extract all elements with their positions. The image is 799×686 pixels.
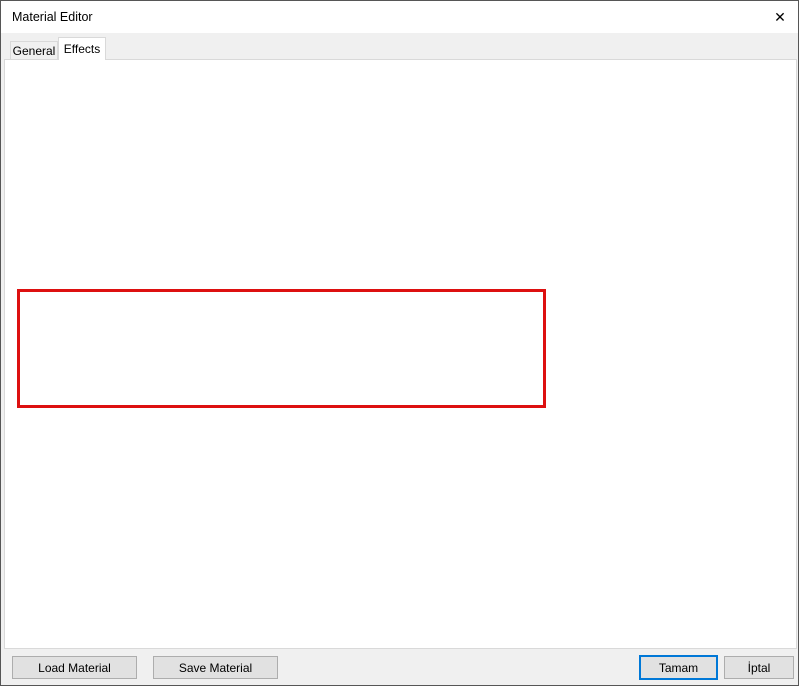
load-material-button[interactable]: Load Material <box>12 656 137 679</box>
tab-general[interactable]: General <box>10 41 58 60</box>
ok-button[interactable]: Tamam <box>639 655 718 680</box>
title-bar: Material Editor ✕ <box>1 1 798 33</box>
material-editor-dialog: Material Editor ✕ General Effects Grass … <box>0 0 799 686</box>
tab-effects[interactable]: Effects <box>58 37 106 60</box>
effects-tab-panel <box>4 59 797 649</box>
save-material-button[interactable]: Save Material <box>153 656 278 679</box>
close-icon[interactable]: ✕ <box>768 5 792 29</box>
tab-effects-label: Effects <box>63 42 101 56</box>
cancel-button[interactable]: İptal <box>724 656 794 679</box>
window-title: Material Editor <box>12 10 93 24</box>
tab-general-label: General <box>12 44 56 58</box>
